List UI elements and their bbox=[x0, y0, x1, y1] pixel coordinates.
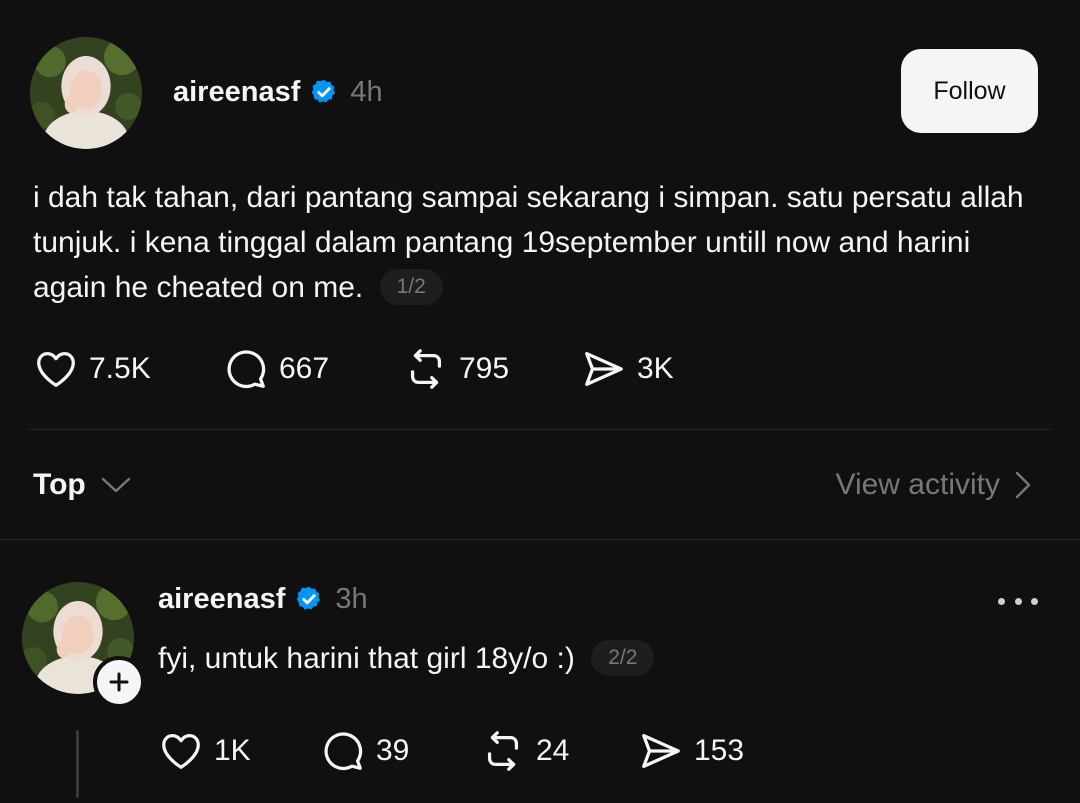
comment-count: 667 bbox=[279, 352, 330, 385]
reply-username[interactable]: aireenasf bbox=[158, 583, 285, 616]
post-header: aireenasf 4h bbox=[173, 70, 383, 114]
post-body: i dah tak tahan, dari pantang sampai sek… bbox=[33, 175, 1043, 310]
page-indicator: 1/2 bbox=[379, 269, 443, 306]
section-divider bbox=[0, 539, 1080, 540]
reply-repost-button[interactable]: 24 bbox=[480, 728, 638, 774]
heart-icon bbox=[37, 352, 75, 387]
threads-post-screen: aireenasf 4h Follow i dah tak tahan, dar… bbox=[0, 0, 1080, 803]
reply-actions: 1K 39 24 153 bbox=[158, 726, 744, 776]
more-dots-icon bbox=[998, 597, 1005, 605]
sort-dropdown[interactable]: Top bbox=[33, 463, 132, 507]
follow-button[interactable]: Follow bbox=[901, 49, 1038, 133]
repost-button[interactable]: 795 bbox=[403, 346, 581, 392]
like-button[interactable]: 7.5K bbox=[33, 346, 223, 392]
plus-icon bbox=[109, 672, 129, 692]
author-username[interactable]: aireenasf bbox=[173, 76, 300, 109]
author-avatar[interactable] bbox=[30, 37, 142, 149]
comment-bubble-icon bbox=[324, 732, 363, 771]
repost-icon bbox=[410, 349, 442, 389]
chevron-right-icon bbox=[1015, 471, 1031, 499]
reply-timestamp: 3h bbox=[335, 582, 368, 615]
comment-button[interactable]: 667 bbox=[223, 346, 403, 392]
post-text: i dah tak tahan, dari pantang sampai sek… bbox=[33, 181, 1024, 304]
reply-repost-count: 24 bbox=[536, 734, 570, 767]
sort-label: Top bbox=[33, 468, 86, 501]
reply-like-count: 1K bbox=[214, 734, 251, 767]
repost-count: 795 bbox=[459, 352, 510, 385]
thread-line bbox=[76, 730, 79, 798]
more-options-button[interactable] bbox=[994, 586, 1042, 616]
heart-icon bbox=[162, 734, 200, 769]
reply-share-button[interactable]: 153 bbox=[638, 728, 744, 774]
comment-bubble-icon bbox=[227, 350, 266, 389]
reply-page-indicator: 2/2 bbox=[591, 640, 655, 677]
verified-badge-icon bbox=[295, 585, 323, 613]
reply-body: fyi, untuk harini that girl 18y/o :) 2/2 bbox=[158, 636, 655, 681]
reply-share-count: 153 bbox=[694, 734, 745, 767]
like-count: 7.5K bbox=[89, 352, 151, 385]
reply-like-button[interactable]: 1K bbox=[158, 728, 320, 774]
view-activity-link[interactable]: View activity bbox=[835, 463, 1032, 507]
reply-comment-count: 39 bbox=[376, 734, 410, 767]
post-actions: 7.5K 667 795 3K bbox=[33, 344, 674, 394]
share-button[interactable]: 3K bbox=[581, 346, 674, 392]
reply-header: aireenasf 3h bbox=[158, 577, 368, 621]
send-icon bbox=[585, 352, 623, 386]
verified-badge-icon bbox=[310, 78, 338, 106]
follow-plus-button[interactable] bbox=[93, 656, 145, 708]
chevron-down-icon bbox=[101, 477, 130, 493]
share-count: 3K bbox=[637, 352, 674, 385]
reply-comment-button[interactable]: 39 bbox=[320, 728, 480, 774]
post-timestamp: 4h bbox=[350, 75, 383, 108]
reply-text: fyi, untuk harini that girl 18y/o :) bbox=[158, 642, 575, 675]
repost-icon bbox=[487, 731, 519, 771]
divider bbox=[30, 429, 1050, 430]
send-icon bbox=[642, 734, 680, 768]
view-activity-label: View activity bbox=[835, 468, 1000, 501]
